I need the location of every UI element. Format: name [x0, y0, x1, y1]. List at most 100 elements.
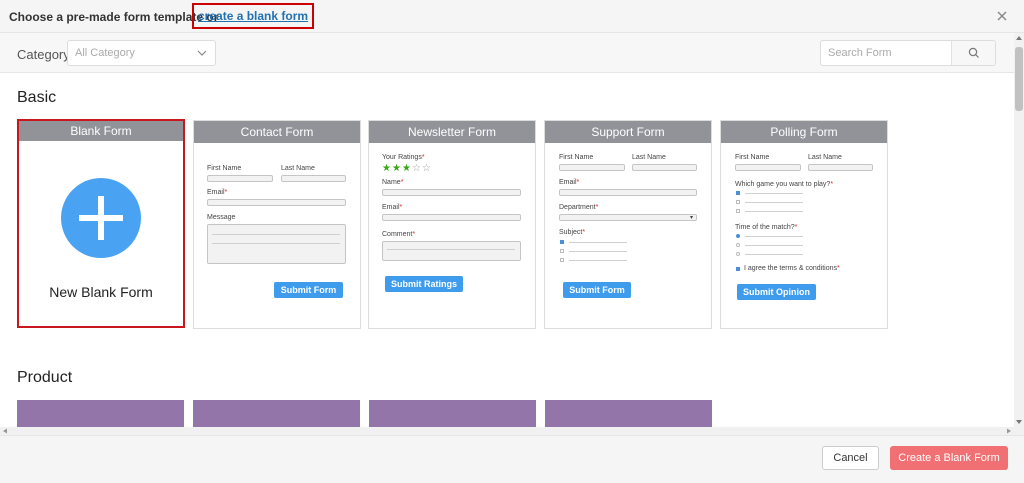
ratings-label: Your Ratings*: [382, 154, 425, 161]
star-filled-icon: ★: [392, 163, 401, 174]
product-template-card[interactable]: [545, 400, 712, 427]
agree-terms-label: I agree the terms & conditions*: [744, 265, 840, 272]
header-instruction: Choose a pre-made form template or: [9, 10, 219, 24]
email-label: Email*: [559, 179, 580, 186]
checkbox-icon: [736, 200, 740, 204]
submit-form-button: Submit Form: [274, 282, 343, 298]
star-filled-icon: ★: [402, 163, 411, 174]
first-name-label: First Name: [207, 165, 242, 172]
horizontal-scrollbar[interactable]: [0, 427, 1024, 435]
section-title-product: Product: [17, 369, 73, 386]
category-select-value: All Category: [75, 47, 135, 59]
email-field: [382, 214, 521, 221]
search-button[interactable]: [951, 41, 995, 65]
option-line: [745, 211, 803, 212]
card-title: Contact Form: [194, 121, 360, 143]
dialog-footer: Cancel Create a Blank Form: [0, 435, 1024, 483]
card-title: Newsletter Form: [369, 121, 535, 143]
match-time-label: Time of the match?*: [735, 224, 798, 231]
option-line: [569, 242, 627, 243]
radio-icon: [736, 243, 740, 247]
email-field: [559, 189, 697, 196]
last-name-field: [281, 175, 346, 182]
comment-label: Comment*: [382, 231, 416, 238]
star-empty-icon: ☆: [422, 163, 431, 174]
cancel-button[interactable]: Cancel: [822, 446, 879, 470]
first-name-label: First Name: [735, 154, 770, 161]
create-blank-form-link[interactable]: create a blank form: [192, 3, 315, 29]
comment-line: [387, 249, 515, 250]
checkbox-icon: [736, 209, 740, 213]
option-line: [569, 260, 627, 261]
caret-down-icon: ▾: [690, 215, 694, 221]
submit-opinion-button: Submit Opinion: [737, 284, 816, 300]
last-name-field: [808, 164, 873, 171]
template-list: Basic Blank Form New Blank Form Contact …: [0, 73, 1014, 427]
department-label: Department*: [559, 204, 599, 211]
radio-selected-icon: [736, 234, 740, 238]
name-label: Name*: [382, 179, 404, 186]
last-name-label: Last Name: [808, 154, 842, 161]
card-title: Blank Form: [19, 121, 183, 141]
new-blank-form-label: New Blank Form: [49, 284, 153, 300]
star-filled-icon: ★: [382, 163, 391, 174]
scroll-left-icon[interactable]: [2, 428, 8, 434]
vertical-scrollbar[interactable]: [1014, 33, 1024, 427]
last-name-field: [632, 164, 697, 171]
option-line: [745, 202, 803, 203]
radio-icon: [736, 252, 740, 256]
star-empty-icon: ☆: [412, 163, 421, 174]
category-select[interactable]: All Category: [67, 40, 216, 66]
card-title: Polling Form: [721, 121, 887, 143]
message-field: [207, 224, 346, 264]
card-title: Support Form: [545, 121, 711, 143]
message-line: [212, 243, 340, 244]
option-line: [745, 245, 803, 246]
message-line: [212, 234, 340, 235]
game-question-label: Which game you want to play?*: [735, 181, 834, 188]
option-line: [745, 254, 803, 255]
checkbox-checked-icon: [560, 240, 564, 244]
create-blank-form-button[interactable]: Create a Blank Form: [890, 446, 1008, 470]
first-name-field: [207, 175, 273, 182]
submit-ratings-button: Submit Ratings: [385, 276, 463, 292]
scroll-right-icon[interactable]: [1006, 428, 1012, 434]
first-name-label: First Name: [559, 154, 594, 161]
scroll-down-icon[interactable]: [1015, 419, 1023, 425]
support-form-card[interactable]: Support Form First Name Last Name Email*…: [544, 120, 712, 329]
message-label: Message: [207, 214, 236, 221]
option-line: [745, 193, 803, 194]
option-line: [745, 236, 803, 237]
first-name-field: [559, 164, 625, 171]
section-title-basic: Basic: [17, 89, 57, 106]
comment-field: [382, 241, 521, 261]
filter-toolbar: Category All Category: [0, 33, 1014, 73]
dialog-header: Choose a pre-made form template or creat…: [0, 0, 1024, 33]
checkbox-icon: [560, 258, 564, 262]
name-field: [382, 189, 521, 196]
submit-form-button: Submit Form: [563, 282, 631, 298]
email-field: [207, 199, 346, 206]
product-template-card[interactable]: [193, 400, 360, 427]
subject-label: Subject*: [559, 229, 586, 236]
option-line: [569, 251, 627, 252]
last-name-label: Last Name: [632, 154, 666, 161]
category-label: Category: [17, 47, 70, 62]
checkbox-checked-icon: [736, 191, 740, 195]
checkbox-icon: [560, 249, 564, 253]
polling-form-card[interactable]: Polling Form First Name Last Name Which …: [720, 120, 888, 329]
blank-form-card[interactable]: Blank Form New Blank Form: [17, 119, 185, 328]
department-select: [559, 214, 697, 221]
contact-form-card[interactable]: Contact Form First Name Last Name Email*…: [193, 120, 361, 329]
search-input[interactable]: [821, 41, 951, 65]
checkbox-checked-icon: [736, 267, 740, 271]
product-template-card[interactable]: [17, 400, 184, 427]
search-box: [820, 40, 996, 66]
first-name-field: [735, 164, 801, 171]
email-label: Email*: [207, 189, 228, 196]
product-template-card[interactable]: [369, 400, 536, 427]
close-icon[interactable]: [994, 8, 1010, 24]
scroll-up-icon[interactable]: [1015, 35, 1023, 41]
vertical-scroll-thumb[interactable]: [1015, 47, 1023, 111]
newsletter-form-card[interactable]: Newsletter Form Your Ratings* ★ ★ ★ ☆ ☆ …: [368, 120, 536, 329]
